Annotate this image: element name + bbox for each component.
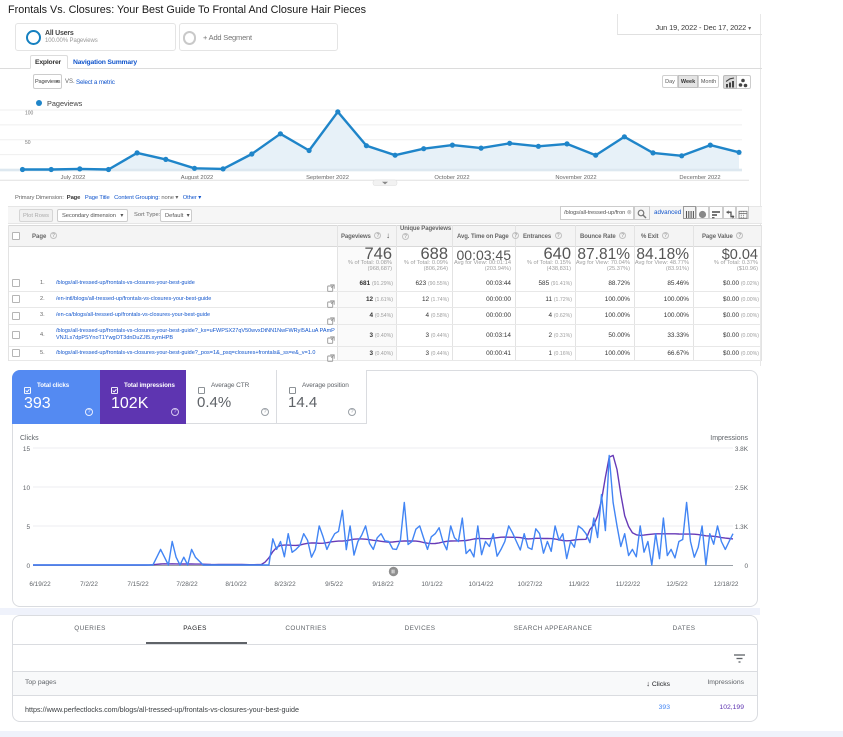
- svg-text:12/18/22: 12/18/22: [714, 581, 739, 588]
- svg-text:9/18/22: 9/18/22: [372, 581, 394, 588]
- svg-text:6/19/22: 6/19/22: [29, 581, 51, 588]
- svg-text:10/1/22: 10/1/22: [421, 581, 443, 588]
- svg-text:2.5K: 2.5K: [735, 485, 749, 492]
- svg-text:15: 15: [23, 446, 31, 453]
- svg-text:8/23/22: 8/23/22: [274, 581, 296, 588]
- svg-text:8/10/22: 8/10/22: [225, 581, 247, 588]
- svg-text:9/5/22: 9/5/22: [325, 581, 343, 588]
- svg-text:11/9/22: 11/9/22: [569, 581, 590, 588]
- svg-text:3.8K: 3.8K: [735, 446, 749, 453]
- svg-text:Impressions: Impressions: [710, 435, 748, 442]
- svg-text:0: 0: [26, 563, 30, 570]
- svg-text:7/15/22: 7/15/22: [127, 581, 149, 588]
- svg-text:7/2/22: 7/2/22: [80, 581, 98, 588]
- svg-text:10: 10: [23, 485, 31, 492]
- svg-text:7/28/22: 7/28/22: [176, 581, 198, 588]
- svg-text:0: 0: [744, 563, 748, 570]
- svg-text:11/22/22: 11/22/22: [616, 581, 641, 588]
- svg-text:100: 100: [25, 111, 34, 117]
- svg-text:50: 50: [25, 140, 31, 146]
- svg-text:10/14/22: 10/14/22: [469, 581, 494, 588]
- svg-text:5: 5: [26, 524, 30, 531]
- svg-text:Clicks: Clicks: [20, 435, 39, 442]
- svg-text:12/5/22: 12/5/22: [666, 581, 688, 588]
- svg-text:1.3K: 1.3K: [735, 524, 749, 531]
- svg-text:10/27/22: 10/27/22: [518, 581, 543, 588]
